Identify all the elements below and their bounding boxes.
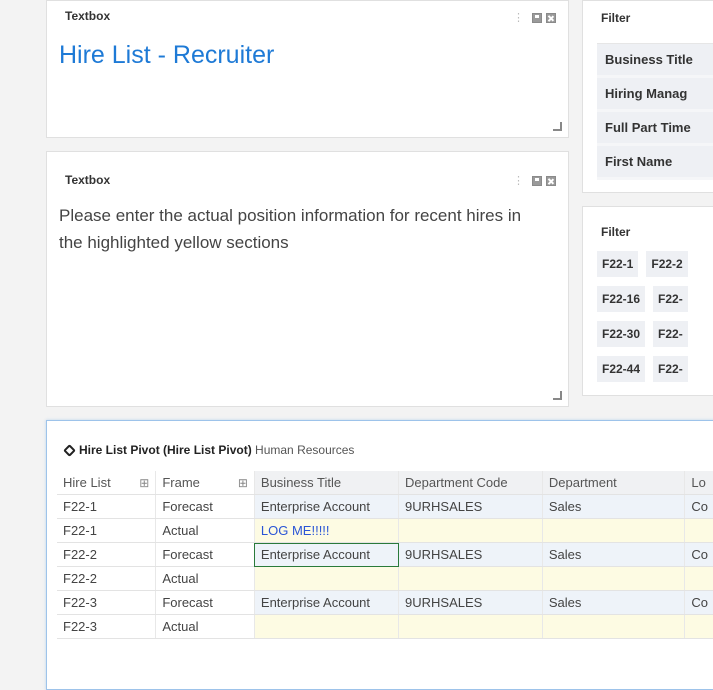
column-label: Hire List — [63, 475, 111, 490]
cell-department[interactable]: Sales — [542, 542, 686, 567]
pivot-panel: Hire List Pivot (Hire List Pivot) Human … — [46, 420, 713, 690]
cell-department-code[interactable] — [398, 614, 543, 639]
cell-location[interactable] — [684, 566, 713, 591]
cell-department-code[interactable]: 9URHSALES — [398, 494, 543, 519]
pivot-subtitle: Human Resources — [255, 443, 355, 457]
chip-row: F22-16 F22- — [597, 286, 713, 312]
cell-frame: Actual — [155, 518, 255, 543]
filter-chip[interactable]: F22-30 — [597, 321, 646, 347]
filter-panel-fields: Filter Business Title Hiring Manag Full … — [582, 0, 713, 193]
textbox-panel-title: Textbox ⋮ Hire List - Recruiter — [46, 0, 569, 138]
filter-item[interactable]: First Name — [597, 146, 713, 177]
cell-department-code[interactable] — [398, 518, 543, 543]
chip-row: F22-44 F22- — [597, 356, 713, 382]
filter-item[interactable]: Full Part Time — [597, 112, 713, 143]
filter-chip[interactable]: F22- — [653, 286, 688, 312]
column-header-department-code[interactable]: Department Code — [398, 471, 543, 495]
panel-tools: ⋮ — [513, 174, 556, 187]
pivot-name: Hire List Pivot (Hire List Pivot) — [79, 443, 252, 457]
cell-department[interactable]: Sales — [542, 590, 686, 615]
header-row: Hire List ⊞ Frame ⊞ Business Title Departm… — [57, 471, 713, 495]
cell-hire: F22-1 — [57, 494, 157, 519]
filter-panel-hire-list: Filter F22-1 F22-2 F22-16 F22- F22-30 F2… — [582, 206, 713, 396]
filter-chip[interactable]: F22-1 — [597, 251, 639, 277]
cell-business-title-selected[interactable]: Enterprise Account — [254, 542, 400, 567]
table-row: F22-1 Actual LOG ME!!!!! — [57, 518, 713, 543]
cell-business-title[interactable]: Enterprise Account — [254, 590, 400, 615]
column-header-frame[interactable]: Frame ⊞ — [155, 471, 255, 495]
chip-row: F22-1 F22-2 — [597, 251, 713, 277]
drag-handle-icon[interactable]: ⋮ — [513, 11, 524, 24]
filter-chip[interactable]: F22-16 — [597, 286, 646, 312]
column-header-business-title[interactable]: Business Title — [254, 471, 400, 495]
cell-department[interactable] — [542, 518, 686, 543]
column-label: Frame — [162, 475, 200, 490]
filter-field-list: Business Title Hiring Manag Full Part Ti… — [597, 43, 713, 180]
cell-frame: Forecast — [155, 542, 255, 567]
textbox-header: Textbox — [65, 173, 111, 187]
textbox-panel-instructions: Textbox ⋮ Please enter the actual positi… — [46, 151, 569, 407]
page-title: Hire List - Recruiter — [59, 41, 275, 69]
column-header-department[interactable]: Department — [542, 471, 686, 495]
cell-location[interactable] — [684, 518, 713, 543]
filter-icon[interactable]: ⊞ — [139, 476, 149, 490]
filter-item[interactable]: Hiring Manag — [597, 78, 713, 109]
resize-handle-icon[interactable] — [553, 122, 562, 131]
filter-chip[interactable]: F22- — [653, 321, 688, 347]
filter-header: Filter — [601, 225, 631, 239]
save-icon[interactable] — [532, 175, 542, 186]
filter-item[interactable]: Business Title — [597, 44, 713, 75]
cell-department[interactable] — [542, 566, 686, 591]
resize-handle-icon[interactable] — [553, 391, 562, 400]
filter-header: Filter — [601, 11, 631, 25]
chip-row: F22-30 F22- — [597, 321, 713, 347]
cell-business-title[interactable] — [254, 614, 400, 639]
filter-chip[interactable]: F22-44 — [597, 356, 646, 382]
cell-hire: F22-3 — [57, 590, 157, 615]
drag-handle-icon[interactable]: ⋮ — [513, 174, 524, 187]
cell-location[interactable]: Co — [684, 494, 713, 519]
cell-frame: Forecast — [155, 590, 255, 615]
cell-business-title[interactable]: LOG ME!!!!! — [254, 518, 400, 543]
filter-chip-grid: F22-1 F22-2 F22-16 F22- F22-30 F22- F22-… — [597, 251, 713, 391]
close-icon[interactable] — [546, 175, 556, 186]
table-row: F22-3 Actual — [57, 614, 713, 639]
cell-location[interactable]: Co — [684, 542, 713, 567]
filter-icon[interactable]: ⊞ — [238, 476, 248, 490]
pivot-title: Hire List Pivot (Hire List Pivot) Human … — [63, 443, 355, 457]
panel-tools: ⋮ — [513, 11, 556, 24]
cell-department-code[interactable]: 9URHSALES — [398, 542, 543, 567]
table-row: F22-1 Forecast Enterprise Account 9URHSA… — [57, 494, 713, 519]
cell-frame: Actual — [155, 566, 255, 591]
cell-hire: F22-3 — [57, 614, 157, 639]
column-header-hire-list[interactable]: Hire List ⊞ — [57, 471, 157, 495]
cell-location[interactable]: Co — [684, 590, 713, 615]
save-icon[interactable] — [532, 12, 542, 23]
cell-location[interactable] — [684, 614, 713, 639]
table-row: F22-2 Actual — [57, 566, 713, 591]
cell-frame: Forecast — [155, 494, 255, 519]
cell-frame: Actual — [155, 614, 255, 639]
textbox-header: Textbox — [65, 9, 111, 23]
table-row: F22-3 Forecast Enterprise Account 9URHSA… — [57, 590, 713, 615]
cell-department-code[interactable] — [398, 566, 543, 591]
cell-department[interactable] — [542, 614, 686, 639]
column-header-location[interactable]: Lo — [684, 471, 713, 495]
table-row: F22-2 Forecast Enterprise Account 9URHSA… — [57, 542, 713, 567]
cell-business-title[interactable] — [254, 566, 400, 591]
filter-chip[interactable]: F22-2 — [646, 251, 688, 277]
cell-hire: F22-1 — [57, 518, 157, 543]
close-icon[interactable] — [546, 12, 556, 23]
instructions-text: Please enter the actual position informa… — [59, 206, 522, 252]
cell-department-code[interactable]: 9URHSALES — [398, 590, 543, 615]
cell-hire: F22-2 — [57, 542, 157, 567]
cell-department[interactable]: Sales — [542, 494, 686, 519]
cell-hire: F22-2 — [57, 566, 157, 591]
filter-chip[interactable]: F22- — [653, 356, 688, 382]
cell-business-title[interactable]: Enterprise Account — [254, 494, 400, 519]
pivot-grid: Hire List ⊞ Frame ⊞ Business Title Departm… — [57, 471, 713, 639]
cube-icon — [63, 444, 76, 457]
